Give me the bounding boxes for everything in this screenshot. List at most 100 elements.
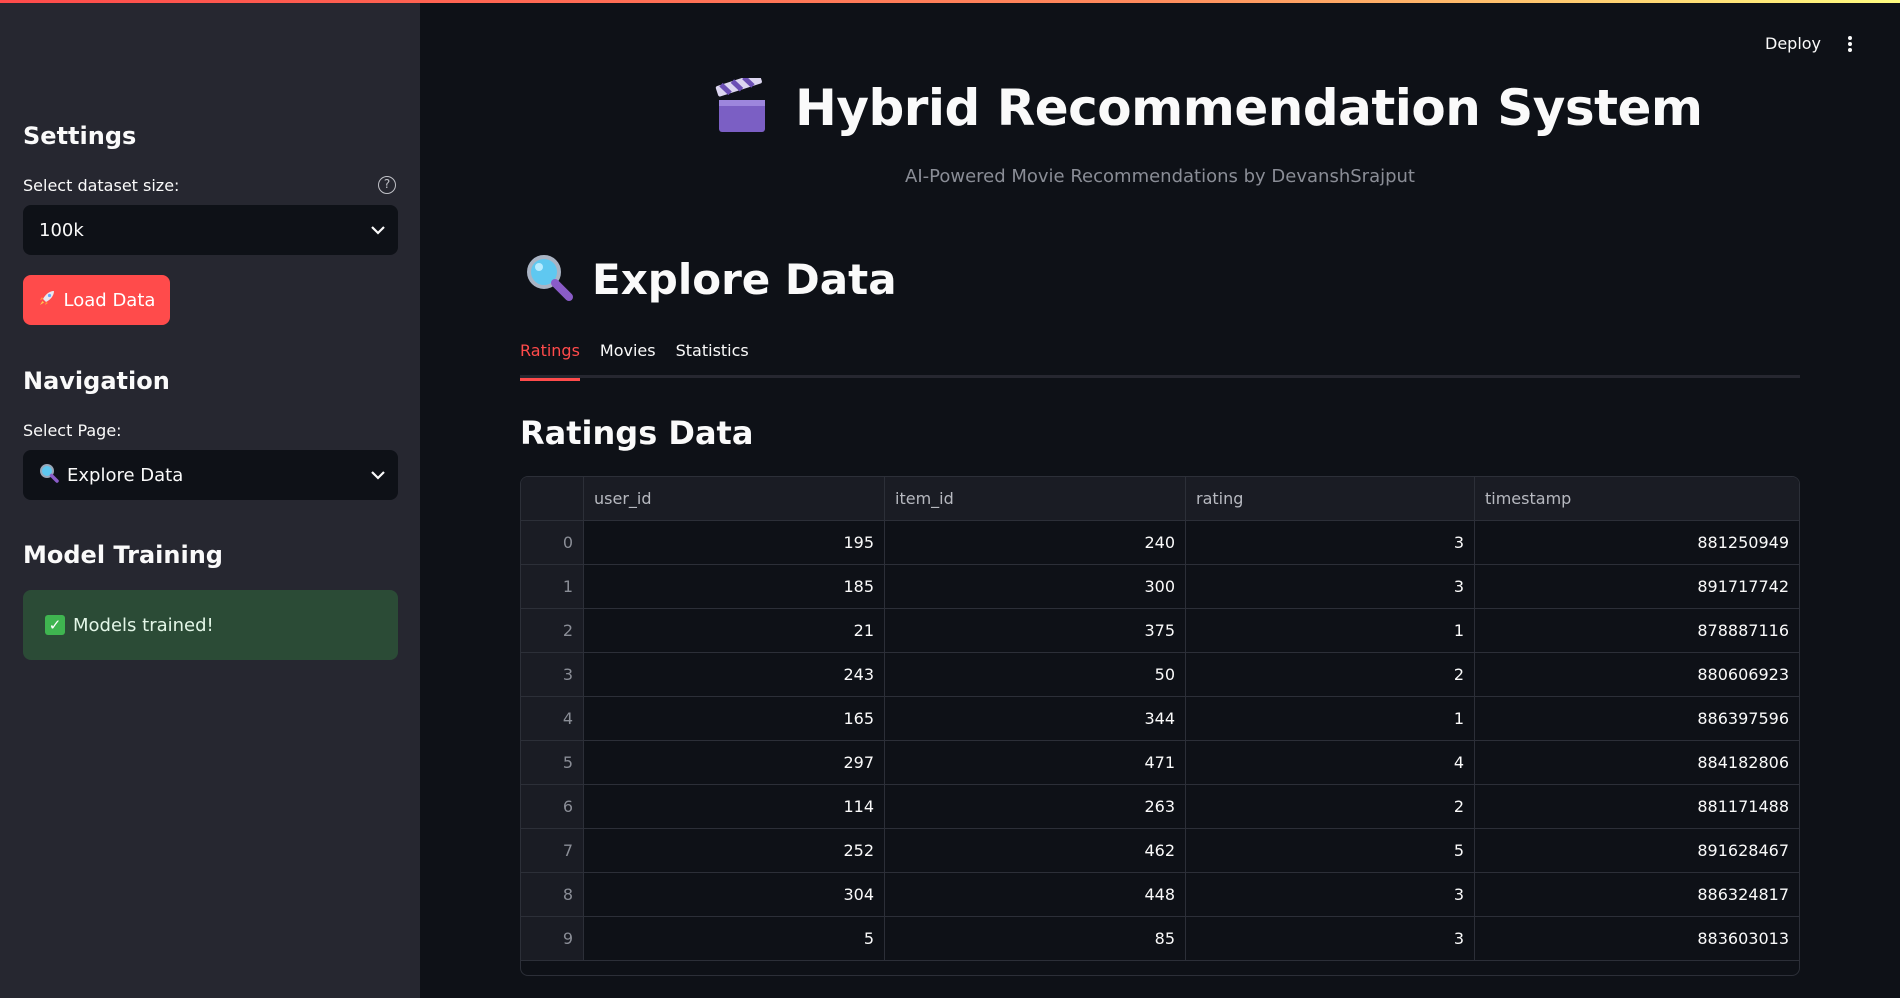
page-select-value: Explore Data: [67, 464, 184, 486]
page-select[interactable]: Explore Data: [23, 450, 398, 500]
table-row[interactable]: 9 5 85 3 883603013: [521, 917, 1799, 961]
row-index: 0: [521, 521, 584, 564]
row-index: 3: [521, 653, 584, 696]
table-cell[interactable]: 884182806: [1475, 741, 1799, 784]
load-data-button[interactable]: Load Data: [23, 275, 170, 325]
tab-movies[interactable]: Movies: [600, 338, 656, 378]
table-cell[interactable]: 448: [885, 873, 1186, 916]
load-data-label: Load Data: [63, 289, 156, 311]
rocket-icon: [38, 289, 56, 312]
table-cell[interactable]: 881171488: [1475, 785, 1799, 828]
table-cell[interactable]: 50: [885, 653, 1186, 696]
table-cell[interactable]: 891628467: [1475, 829, 1799, 872]
page-title-row: Hybrid Recommendation System: [715, 72, 1703, 138]
column-header[interactable]: item_id: [885, 477, 1186, 520]
table-cell[interactable]: 5: [584, 917, 885, 960]
row-index: 6: [521, 785, 584, 828]
table-cell[interactable]: 297: [584, 741, 885, 784]
table-cell[interactable]: 471: [885, 741, 1186, 784]
table-cell[interactable]: 243: [584, 653, 885, 696]
dataset-size-select[interactable]: 100k: [23, 205, 398, 255]
table-row[interactable]: 2 21 375 1 878887116: [521, 609, 1799, 653]
table-cell[interactable]: 300: [885, 565, 1186, 608]
success-alert: ✓ Models trained!: [23, 590, 398, 660]
table-cell[interactable]: 252: [584, 829, 885, 872]
chevron-down-icon: [358, 205, 398, 255]
table-cell[interactable]: 880606923: [1475, 653, 1799, 696]
table-row[interactable]: 8 304 448 3 886324817: [521, 873, 1799, 917]
table-cell[interactable]: 21: [584, 609, 885, 652]
page-subtitle: AI-Powered Movie Recommendations by Deva…: [905, 166, 1415, 187]
table-cell[interactable]: 375: [885, 609, 1186, 652]
table-cell[interactable]: 3: [1186, 873, 1475, 916]
table-cell[interactable]: 3: [1186, 565, 1475, 608]
section-title: Explore Data: [592, 254, 897, 304]
table-cell[interactable]: 85: [885, 917, 1186, 960]
column-header[interactable]: user_id: [584, 477, 885, 520]
row-index: 8: [521, 873, 584, 916]
magnifier-icon: [524, 252, 574, 306]
column-header[interactable]: rating: [1186, 477, 1475, 520]
navigation-heading: Navigation: [23, 367, 170, 395]
model-training-heading: Model Training: [23, 541, 223, 569]
table-cell[interactable]: 304: [584, 873, 885, 916]
table-cell[interactable]: 891717742: [1475, 565, 1799, 608]
table-row[interactable]: 1 185 300 3 891717742: [521, 565, 1799, 609]
table-cell[interactable]: 4: [1186, 741, 1475, 784]
table-cell[interactable]: 3: [1186, 917, 1475, 960]
table-row[interactable]: 7 252 462 5 891628467: [521, 829, 1799, 873]
column-header[interactable]: timestamp: [1475, 477, 1799, 520]
table-cell[interactable]: 165: [584, 697, 885, 740]
table-row[interactable]: 4 165 344 1 886397596: [521, 697, 1799, 741]
table-cell[interactable]: 114: [584, 785, 885, 828]
tab-statistics[interactable]: Statistics: [676, 338, 749, 378]
table-row[interactable]: 5 297 471 4 884182806: [521, 741, 1799, 785]
table-cell[interactable]: 1: [1186, 697, 1475, 740]
table-cell[interactable]: 2: [1186, 653, 1475, 696]
ratings-table[interactable]: user_id item_id rating timestamp 0 195 240…: [520, 476, 1800, 976]
row-index: 5: [521, 741, 584, 784]
table-cell[interactable]: 344: [885, 697, 1186, 740]
tab-ratings[interactable]: Ratings: [520, 338, 580, 381]
row-index: 4: [521, 697, 584, 740]
row-index: 1: [521, 565, 584, 608]
table-cell[interactable]: 185: [584, 565, 885, 608]
row-index: 2: [521, 609, 584, 652]
kebab-menu-icon[interactable]: [1846, 34, 1854, 54]
table-cell[interactable]: 883603013: [1475, 917, 1799, 960]
question-circle-icon[interactable]: ?: [378, 176, 396, 194]
section-title-row: Explore Data: [524, 252, 897, 306]
sidebar: Settings Select dataset size: ? 100k Loa…: [0, 0, 420, 998]
magnifier-icon: [39, 463, 59, 488]
page-title: Hybrid Recommendation System: [795, 79, 1703, 137]
table-row[interactable]: 3 243 50 2 880606923: [521, 653, 1799, 697]
table-cell[interactable]: 881250949: [1475, 521, 1799, 564]
table-cell[interactable]: 263: [885, 785, 1186, 828]
table-title: Ratings Data: [520, 414, 754, 452]
table-body: 0 195 240 3 881250949 1 185 300 3 891717742 2 21 375…: [521, 521, 1799, 961]
deploy-button[interactable]: Deploy: [1765, 34, 1821, 53]
select-page-label: Select Page:: [23, 421, 122, 440]
check-box-icon: ✓: [45, 615, 65, 635]
chevron-down-icon: [358, 450, 398, 500]
table-cell[interactable]: 5: [1186, 829, 1475, 872]
table-cell[interactable]: 462: [885, 829, 1186, 872]
dataset-size-value: 100k: [39, 219, 84, 241]
tab-bar: Ratings Movies Statistics: [520, 338, 1800, 381]
table-cell[interactable]: 240: [885, 521, 1186, 564]
table-row[interactable]: 6 114 263 2 881171488: [521, 785, 1799, 829]
table-cell[interactable]: 3: [1186, 521, 1475, 564]
index-header: [521, 477, 584, 520]
table-header: user_id item_id rating timestamp: [521, 477, 1799, 521]
table-cell[interactable]: 886324817: [1475, 873, 1799, 916]
table-cell[interactable]: 2: [1186, 785, 1475, 828]
table-cell[interactable]: 195: [584, 521, 885, 564]
settings-heading: Settings: [23, 122, 137, 150]
table-cell[interactable]: 1: [1186, 609, 1475, 652]
dataset-size-label: Select dataset size:: [23, 176, 180, 195]
top-decoration-bar: [0, 0, 1900, 3]
row-index: 7: [521, 829, 584, 872]
table-row[interactable]: 0 195 240 3 881250949: [521, 521, 1799, 565]
table-cell[interactable]: 878887116: [1475, 609, 1799, 652]
table-cell[interactable]: 886397596: [1475, 697, 1799, 740]
